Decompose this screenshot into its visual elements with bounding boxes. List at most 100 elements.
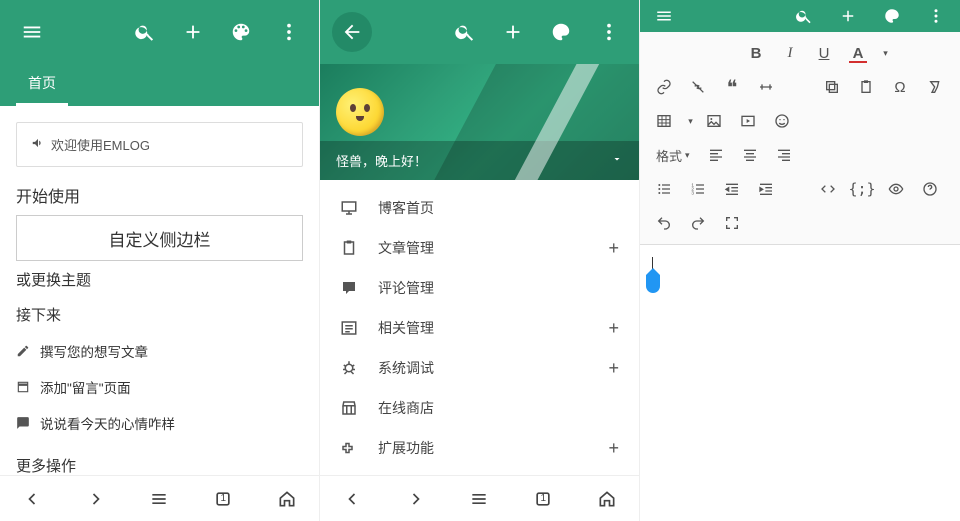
monitor-icon — [340, 199, 368, 217]
menu-item-bug[interactable]: 系统调试+ — [320, 348, 639, 388]
expand-icon: + — [608, 318, 619, 339]
palette-icon[interactable] — [539, 8, 583, 56]
nav-tabs-icon[interactable]: 1 — [533, 489, 553, 509]
align-center-button[interactable] — [734, 140, 766, 170]
appbar — [640, 0, 960, 32]
overflow-icon[interactable] — [267, 8, 311, 56]
nav-back-icon[interactable] — [342, 489, 362, 509]
editor-toolbar: B I U A ▾ ❝ Ω ▾ 格式▾ 123 { — [640, 32, 960, 245]
menu-item-clipboard[interactable]: 文章管理+ — [320, 228, 639, 268]
undo-button[interactable] — [648, 208, 680, 238]
indent-button[interactable] — [750, 174, 782, 204]
tab-home[interactable]: 首页 — [16, 63, 68, 106]
panel-drawer: 怪兽，晚上好！ 博客首页文章管理+评论管理相关管理+系统调试+在线商店扩展功能+… — [320, 0, 640, 521]
chat-icon — [340, 279, 368, 297]
search-icon[interactable] — [784, 0, 824, 32]
italic-button[interactable]: I — [774, 38, 806, 68]
add-icon[interactable] — [828, 0, 868, 32]
overflow-icon[interactable] — [587, 8, 631, 56]
next-up-heading: 接下来 — [16, 304, 303, 325]
edit-icon — [16, 344, 32, 358]
menu-item-list[interactable]: 相关管理+ — [320, 308, 639, 348]
greeting-bar[interactable]: 怪兽，晚上好！ — [320, 141, 639, 180]
palette-icon[interactable] — [219, 8, 263, 56]
text-color-button[interactable]: A — [842, 38, 874, 68]
preview-button[interactable] — [880, 174, 912, 204]
list-item[interactable]: 说说看今天的心情咋样 — [0, 405, 319, 441]
menu-item-extension[interactable]: 扩展功能+ — [320, 428, 639, 468]
menu-icon[interactable] — [644, 0, 684, 32]
menu-item-label: 相关管理 — [368, 318, 608, 338]
menu-item-chat[interactable]: 评论管理 — [320, 268, 639, 308]
link-button[interactable] — [648, 72, 680, 102]
paste-button[interactable] — [850, 72, 882, 102]
add-icon[interactable] — [491, 8, 535, 56]
image-button[interactable] — [698, 106, 730, 136]
system-nav-bar: 1 — [320, 475, 639, 521]
add-icon[interactable] — [171, 8, 215, 56]
back-button[interactable] — [328, 8, 376, 56]
nav-back-icon[interactable] — [22, 489, 42, 509]
menu-item-label: 评论管理 — [368, 278, 619, 298]
expand-icon: + — [608, 238, 619, 259]
nav-menu-icon[interactable] — [469, 489, 489, 509]
svg-text:3: 3 — [691, 190, 694, 195]
unlink-button[interactable] — [682, 72, 714, 102]
code-block-button[interactable]: {;} — [846, 174, 878, 204]
video-button[interactable] — [732, 106, 764, 136]
format-select[interactable]: 格式▾ — [648, 140, 698, 170]
list-item[interactable]: 撰写您的想写文章 — [0, 333, 319, 369]
menu-item-monitor[interactable]: 博客首页 — [320, 188, 639, 228]
welcome-title: 欢迎使用EMLOG — [51, 135, 150, 154]
menu-item-store[interactable]: 在线商店 — [320, 388, 639, 428]
redo-button[interactable] — [682, 208, 714, 238]
customize-sidebar-button[interactable]: 自定义侧边栏 — [16, 215, 303, 261]
chevron-down-icon — [611, 153, 623, 168]
clear-format-button[interactable] — [918, 72, 950, 102]
clipboard-icon — [340, 239, 368, 257]
nav-home-icon[interactable] — [597, 489, 617, 509]
nav-home-icon[interactable] — [277, 489, 297, 509]
nav-menu-icon[interactable] — [149, 489, 169, 509]
menu-icon[interactable] — [8, 8, 56, 56]
align-right-button[interactable] — [768, 140, 800, 170]
system-nav-bar: 1 — [0, 475, 319, 521]
search-icon[interactable] — [123, 8, 167, 56]
search-icon[interactable] — [443, 8, 487, 56]
list-item[interactable]: 添加"留言"页面 — [0, 369, 319, 405]
underline-button[interactable]: U — [808, 38, 840, 68]
avatar[interactable] — [336, 88, 384, 136]
text-color-dropdown[interactable]: ▾ — [876, 38, 892, 68]
help-button[interactable] — [914, 174, 946, 204]
nav-tabs-icon[interactable]: 1 — [213, 489, 233, 509]
source-code-button[interactable] — [812, 174, 844, 204]
editor-body[interactable] — [640, 245, 960, 521]
cursor-handle[interactable] — [646, 275, 660, 293]
menu-item-label: 博客首页 — [368, 198, 619, 218]
emoji-button[interactable] — [766, 106, 798, 136]
overflow-icon[interactable] — [916, 0, 956, 32]
outdent-button[interactable] — [716, 174, 748, 204]
change-theme-text: 或更换主题 — [16, 269, 303, 290]
palette-icon[interactable] — [872, 0, 912, 32]
drawer-menu: 博客首页文章管理+评论管理相关管理+系统调试+在线商店扩展功能+ — [320, 180, 639, 475]
bold-button[interactable]: B — [740, 38, 772, 68]
panel-dashboard: 首页 欢迎使用EMLOG 开始使用 自定义侧边栏 或更换主题 接下来 撰写您的想… — [0, 0, 320, 521]
fullscreen-button[interactable] — [716, 208, 748, 238]
blockquote-button[interactable]: ❝ — [716, 72, 748, 102]
welcome-card: 欢迎使用EMLOG — [16, 122, 303, 167]
table-dropdown[interactable]: ▾ — [682, 106, 696, 136]
align-left-button[interactable] — [700, 140, 732, 170]
nav-forward-icon[interactable] — [86, 489, 106, 509]
copy-button[interactable] — [816, 72, 848, 102]
tabstrip: 首页 — [0, 64, 319, 106]
nav-forward-icon[interactable] — [406, 489, 426, 509]
special-char-button[interactable]: Ω — [884, 72, 916, 102]
drawer-header: 怪兽，晚上好！ — [320, 64, 639, 180]
table-button[interactable] — [648, 106, 680, 136]
horizontal-rule-button[interactable] — [750, 72, 782, 102]
ordered-list-button[interactable]: 123 — [682, 174, 714, 204]
unordered-list-button[interactable] — [648, 174, 680, 204]
page-icon — [16, 380, 32, 394]
greeting-text: 怪兽，晚上好！ — [336, 151, 427, 170]
